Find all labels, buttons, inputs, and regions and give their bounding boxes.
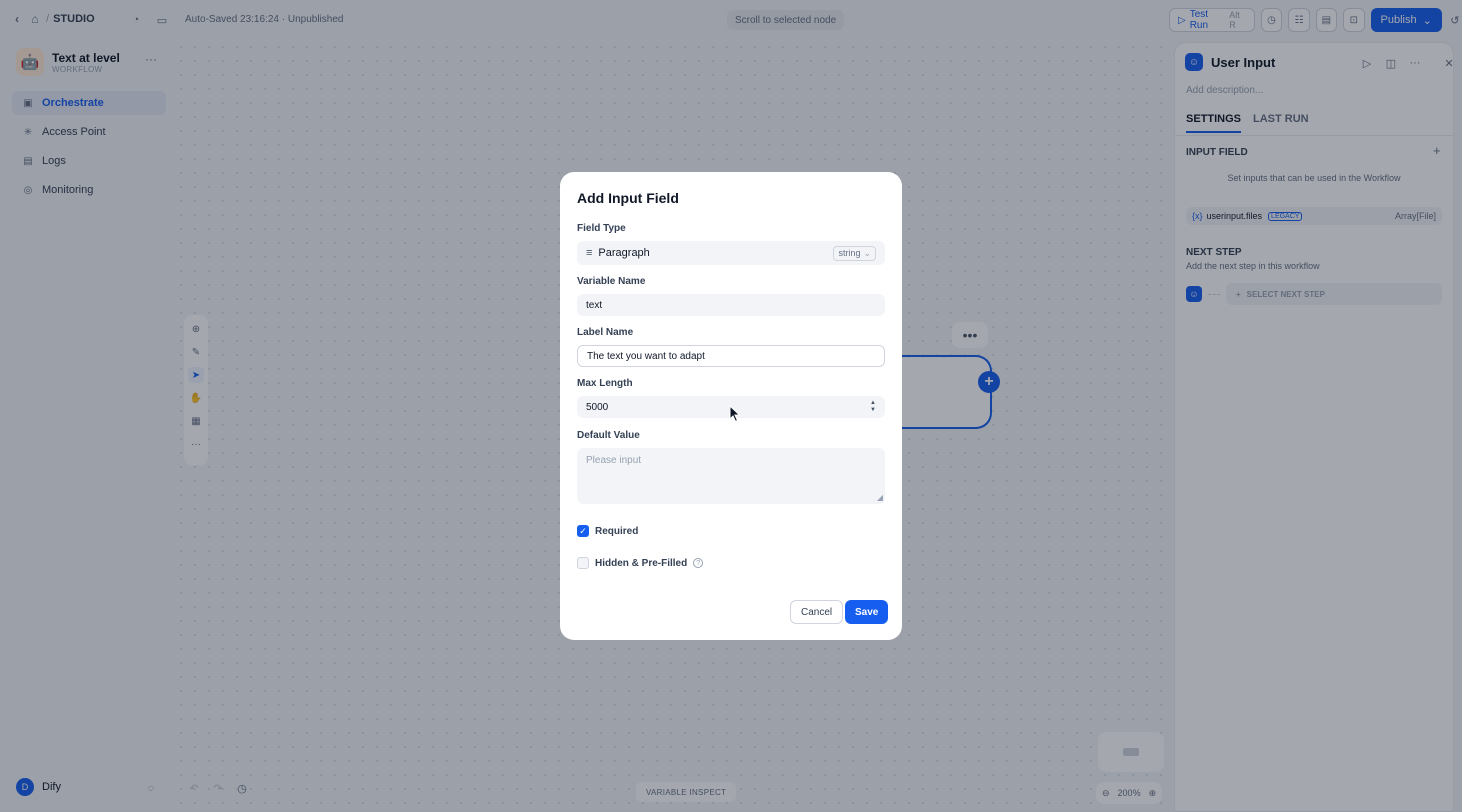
variable-name-label: Variable Name	[577, 276, 646, 287]
max-length-value: 5000	[586, 401, 609, 413]
default-value-placeholder: Please input	[586, 455, 642, 466]
field-type-value: Paragraph	[598, 247, 650, 259]
stepper-up-icon[interactable]: ▲	[870, 400, 876, 407]
default-value-textarea[interactable]: Please input ◢	[577, 448, 885, 504]
required-checkbox-row[interactable]: ✓ Required	[577, 525, 638, 537]
variable-name-input[interactable]: text	[577, 294, 885, 316]
label-name-input[interactable]: The text you want to adapt	[577, 345, 885, 367]
hidden-prefilled-checkbox[interactable]	[577, 557, 589, 569]
stepper-down-icon[interactable]: ▼	[870, 407, 876, 414]
number-stepper[interactable]: ▲ ▼	[870, 400, 876, 414]
mouse-cursor-icon	[729, 405, 741, 423]
label-name-label: Label Name	[577, 327, 634, 338]
default-value-label: Default Value	[577, 430, 640, 441]
hidden-prefilled-checkbox-row[interactable]: Hidden & Pre-Filled ?	[577, 557, 704, 569]
field-type-tag-label: string	[838, 248, 861, 258]
hidden-prefilled-label: Hidden & Pre-Filled	[595, 557, 688, 569]
resize-handle-icon[interactable]: ◢	[877, 493, 883, 502]
question-help-icon[interactable]: ?	[693, 558, 704, 568]
field-type-label: Field Type	[577, 223, 626, 234]
chevron-down-icon: ⌄	[863, 247, 871, 258]
paragraph-icon: ≡	[586, 247, 593, 259]
cancel-button[interactable]: Cancel	[790, 600, 844, 624]
max-length-label: Max Length	[577, 378, 633, 389]
dialog-title: Add Input Field	[577, 190, 679, 206]
field-type-tag: string ⌄	[833, 245, 876, 261]
field-type-select[interactable]: ≡ Paragraph string ⌄	[577, 241, 885, 265]
required-label: Required	[595, 525, 639, 537]
required-checkbox[interactable]: ✓	[577, 525, 589, 537]
save-button[interactable]: Save	[845, 600, 889, 624]
